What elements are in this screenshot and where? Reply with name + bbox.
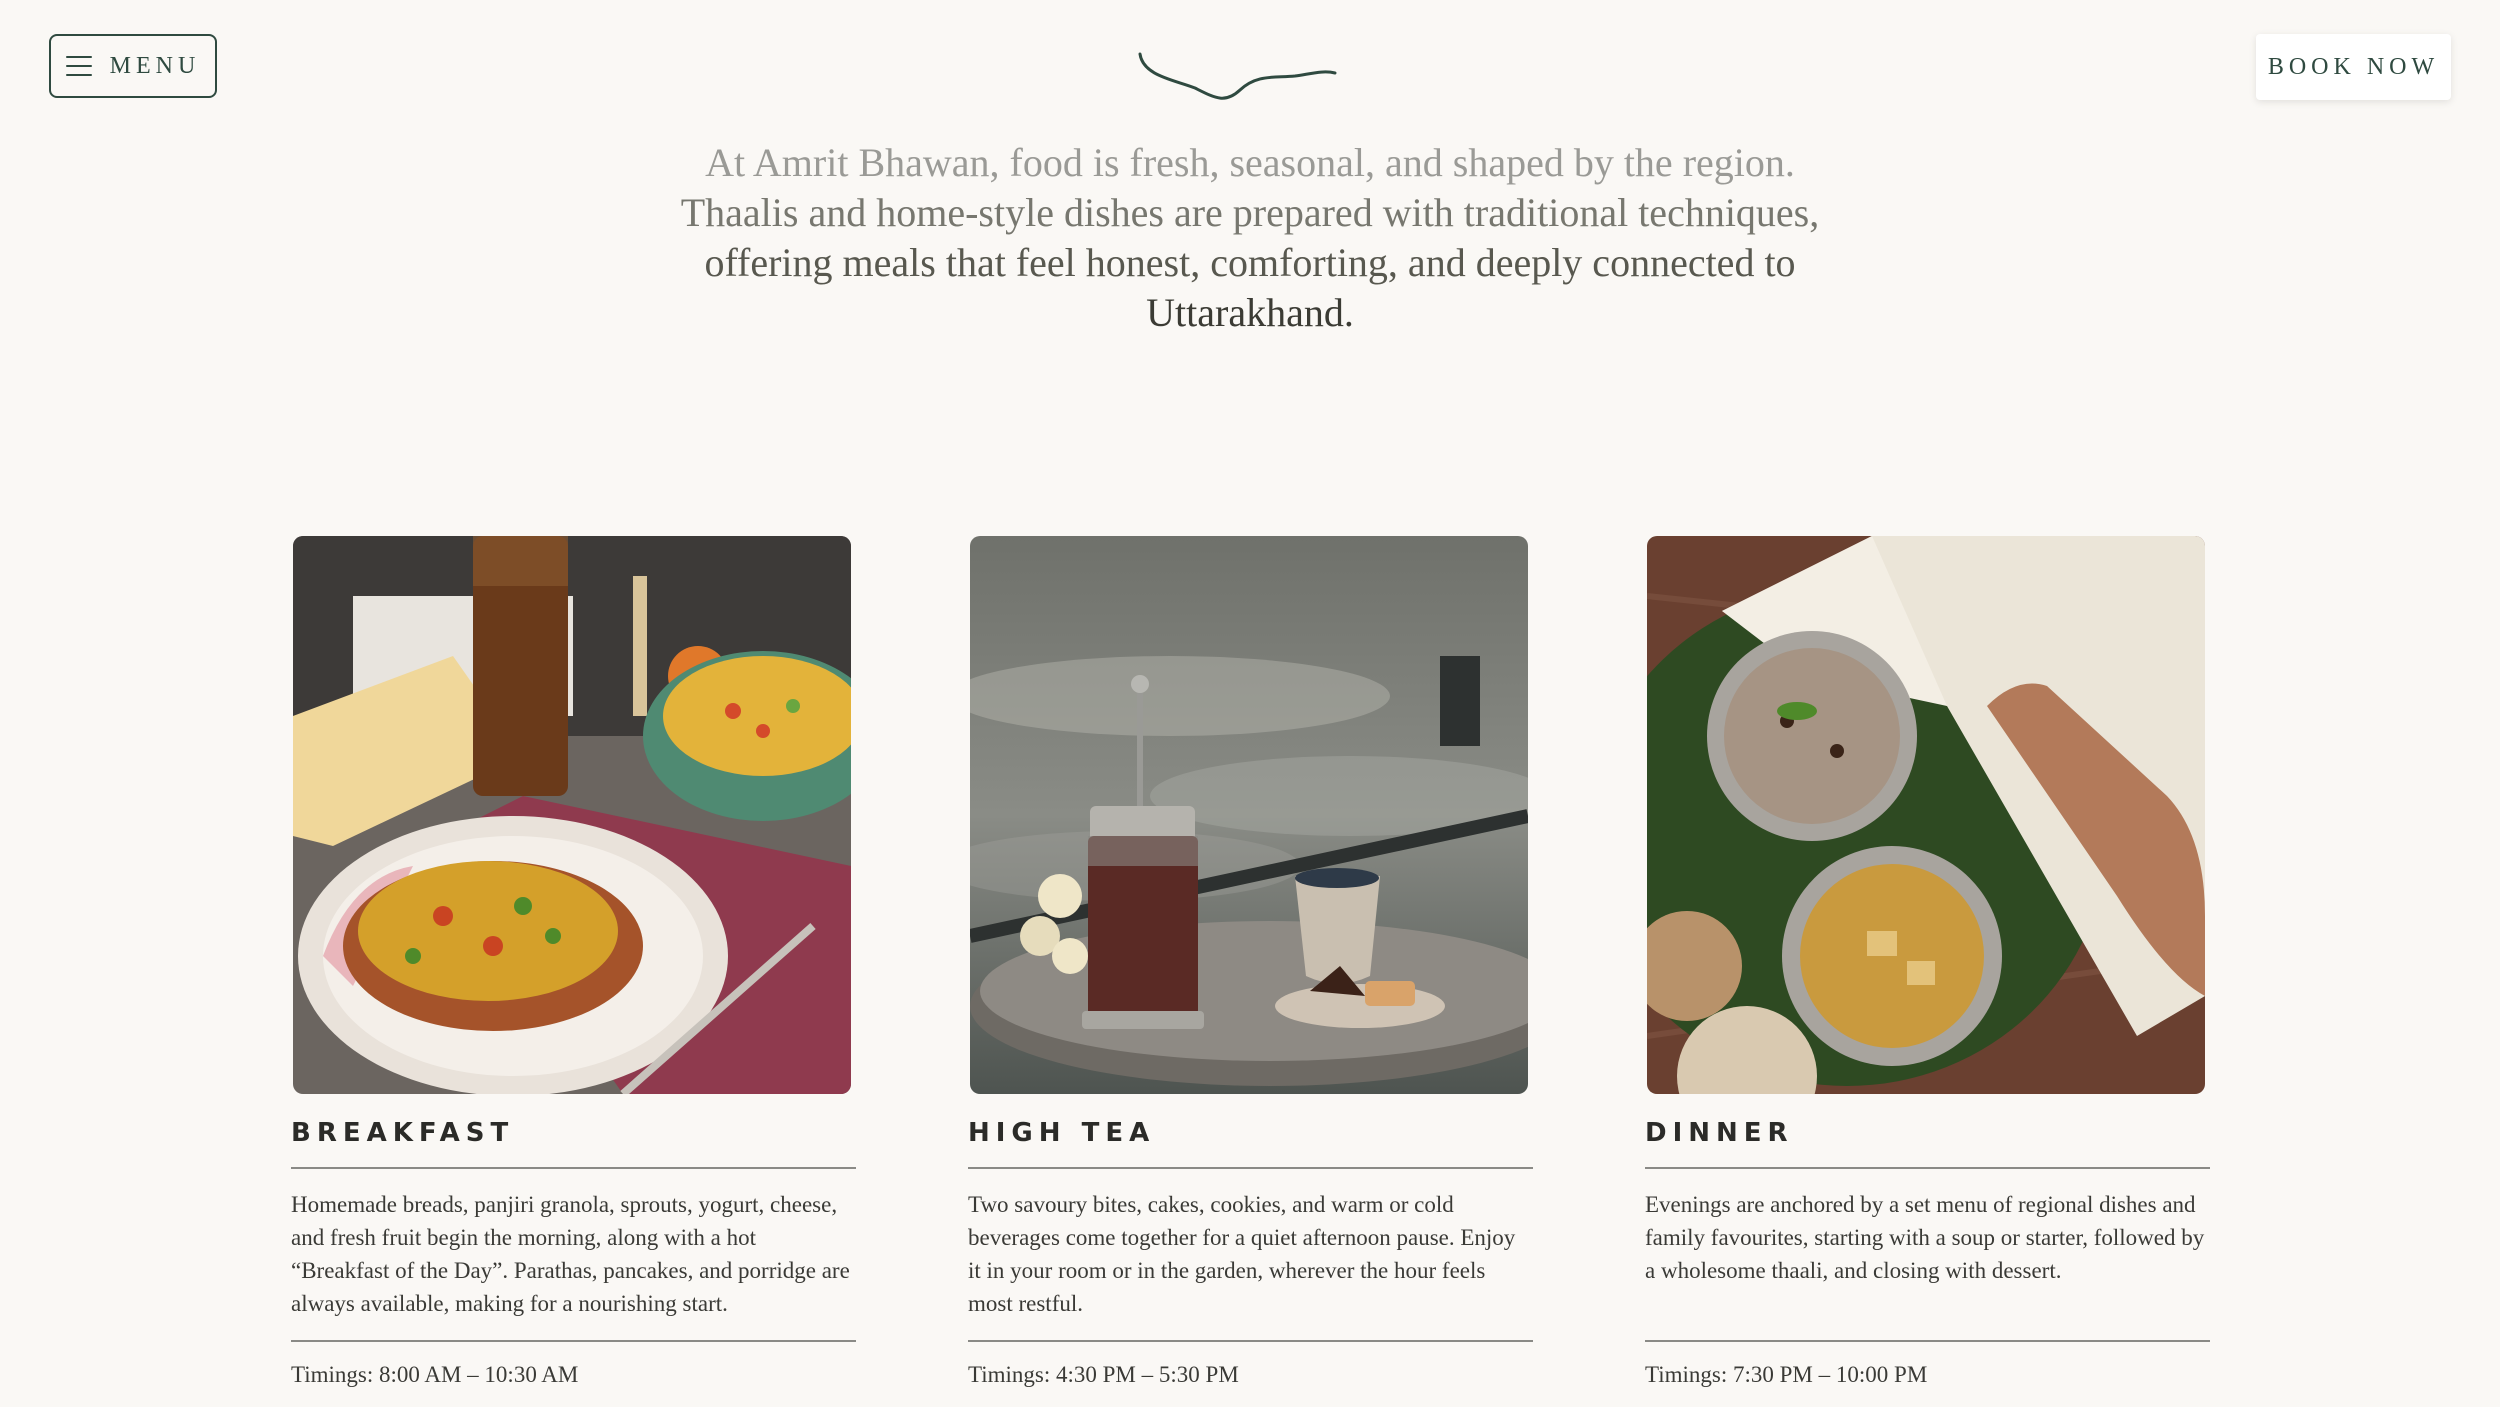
dinner-description: Evenings are anchored by a set menu of r… [1645, 1192, 2205, 1283]
high-tea-title: HIGH TEA [968, 1118, 1156, 1148]
menu-button[interactable]: MENU [49, 34, 217, 98]
breakfast-title: BREAKFAST [291, 1118, 515, 1148]
hamburger-icon [65, 56, 92, 76]
dinner-timing: Timings: 7:30 PM – 10:00 PM [1645, 1362, 1928, 1387]
high-tea-timing: Timings: 4:30 PM – 5:30 PM [968, 1362, 1239, 1387]
intro-line-2: Thaalis and home-style dishes are prepar… [680, 190, 1820, 235]
intro-line-4: Uttarakhand. [1146, 290, 1354, 335]
divider [968, 1340, 1533, 1342]
divider [291, 1340, 856, 1342]
breakfast-photo [293, 536, 851, 1094]
dinner-photo [1647, 536, 2205, 1094]
book-now-button[interactable]: BOOK NOW [2256, 34, 2451, 100]
breakfast-description: Homemade breads, panjiri granola, sprout… [291, 1192, 850, 1316]
divider [1645, 1340, 2210, 1342]
intro-line-3: offering meals that feel honest, comfort… [704, 240, 1796, 285]
divider [968, 1167, 1533, 1169]
logo-swash-icon [1138, 52, 1337, 100]
high-tea-photo [970, 536, 1528, 1094]
divider [291, 1167, 856, 1169]
dinner-title: DINNER [1645, 1118, 1794, 1148]
high-tea-description: Two savoury bites, cakes, cookies, and w… [968, 1192, 1516, 1316]
divider [1645, 1167, 2210, 1169]
breakfast-timing: Timings: 8:00 AM – 10:30 AM [291, 1362, 579, 1387]
intro-line-1: At Amrit Bhawan, food is fresh, seasonal… [705, 140, 1795, 185]
intro-paragraph: At Amrit Bhawan, food is fresh, seasonal… [600, 138, 1900, 338]
menu-button-label: MENU [109, 52, 201, 79]
